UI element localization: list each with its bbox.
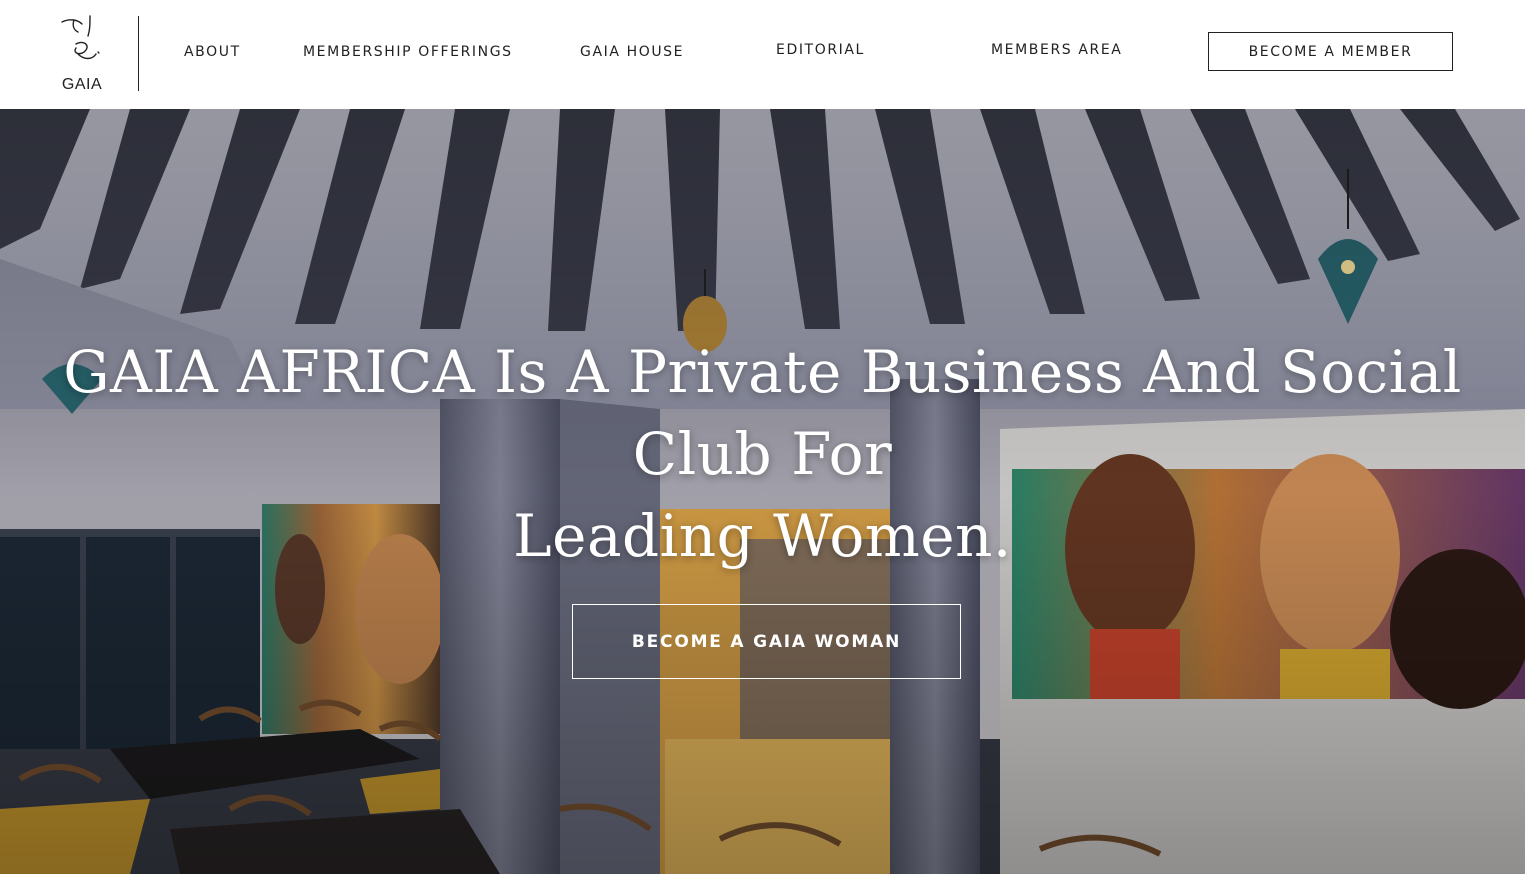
hero-section: GAIA AFRICA Is A Private Business And So… bbox=[0, 109, 1525, 874]
logo-text: GAIA bbox=[61, 76, 103, 93]
nav-members-area[interactable]: MEMBERS AREA bbox=[991, 42, 1122, 58]
nav-about[interactable]: ABOUT bbox=[184, 44, 241, 60]
become-member-button[interactable]: BECOME A MEMBER bbox=[1208, 32, 1453, 71]
line-art-face-logo-icon bbox=[61, 15, 100, 60]
nav-membership-offerings[interactable]: MEMBERSHIP OFFERINGS bbox=[303, 44, 513, 60]
logo-divider bbox=[138, 16, 139, 91]
gaia-logo[interactable]: GAIA bbox=[52, 14, 112, 94]
hero-title-line-1: GAIA AFRICA Is A Private Business And So… bbox=[63, 338, 1462, 488]
hero-title: GAIA AFRICA Is A Private Business And So… bbox=[0, 331, 1525, 577]
nav-editorial[interactable]: EDITORIAL bbox=[776, 42, 865, 58]
site-header: GAIA ABOUT MEMBERSHIP OFFERINGS GAIA HOU… bbox=[0, 0, 1525, 109]
hero-title-line-2: Leading Women. bbox=[513, 502, 1012, 570]
become-gaia-woman-button[interactable]: BECOME A GAIA WOMAN bbox=[572, 604, 961, 679]
nav-gaia-house[interactable]: GAIA HOUSE bbox=[580, 44, 684, 60]
